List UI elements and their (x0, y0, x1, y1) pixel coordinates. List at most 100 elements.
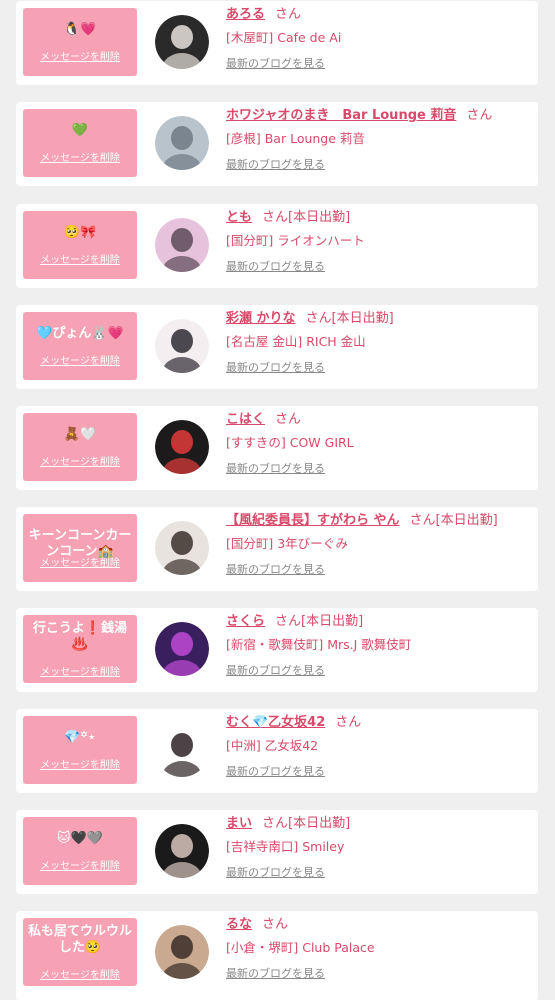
message-text: 行こうよ❗️銭湯♨️ (32, 621, 128, 652)
shop-location: [すすきの] COW GIRL (226, 435, 354, 450)
avatar[interactable] (155, 622, 209, 676)
latest-blog-link[interactable]: 最新のブログを見る (226, 259, 325, 275)
name-line: 【風紀委員長】すがわら やん さん[本日出勤] (226, 511, 534, 531)
message-box: 行こうよ❗️銭湯♨️ メッセージを削除 (23, 615, 137, 683)
delete-message-link[interactable]: メッセージを削除 (23, 352, 137, 367)
avatar-image (155, 521, 209, 575)
favorite-card: 💚 メッセージを削除 ホワジャオのまき Bar Lounge 莉音 さん [彦根] Ba… (16, 102, 538, 186)
message-text: 🩵ぴょん🐰💗 (36, 326, 124, 341)
favorite-card: キーンコーンカーンコーン🏫 メッセージを削除 【風紀委員長】すがわら やん さん[本日… (16, 507, 538, 591)
latest-blog-link[interactable]: 最新のブログを見る (226, 56, 325, 72)
name-line: 彩瀬 かりな さん[本日出勤] (226, 309, 534, 329)
favorite-card: 🐱🖤🩶 メッセージを削除 まい さん[本日出勤] [吉祥寺南口] Smiley 最新のブロ… (16, 810, 538, 894)
cast-name-link[interactable]: 【風紀委員長】すがわら やん (226, 513, 400, 528)
cast-info: むく💎乙女坂42 さん [中洲] 乙女坂42 最新のブログを見る (226, 713, 534, 780)
cast-name-link[interactable]: とも (226, 210, 252, 225)
cast-name-link[interactable]: まい (226, 816, 252, 831)
message-box: 🧸🤍 メッセージを削除 (23, 413, 137, 481)
honorific: さん (275, 614, 302, 629)
delete-message-link[interactable]: メッセージを削除 (23, 453, 137, 468)
avatar[interactable] (155, 824, 209, 878)
message-box: 🩵ぴょん🐰💗 メッセージを削除 (23, 312, 137, 380)
avatar-image (155, 925, 209, 979)
message-box: キーンコーンカーンコーン🏫 メッセージを削除 (23, 514, 137, 582)
latest-blog-link[interactable]: 最新のブログを見る (226, 966, 325, 982)
message-box: 💎꙳⋆ メッセージを削除 (23, 716, 137, 784)
favorite-list: 🐧💗 メッセージを削除 あろる さん [木屋町] Cafe de Ai 最新のブログを見る… (0, 0, 555, 1000)
avatar-image (155, 420, 209, 474)
latest-blog-link[interactable]: 最新のブログを見る (226, 764, 325, 780)
honorific: さん (262, 917, 289, 932)
avatar-image (155, 622, 209, 676)
name-line: こはく さん (226, 410, 534, 430)
delete-message-link[interactable]: メッセージを削除 (23, 857, 137, 872)
cast-info: 彩瀬 かりな さん[本日出勤] [名古屋 金山] RICH 金山 最新のブログを見る (226, 309, 534, 376)
delete-message-link[interactable]: メッセージを削除 (23, 149, 137, 164)
delete-message-link[interactable]: メッセージを削除 (23, 251, 137, 266)
cast-info: 【風紀委員長】すがわら やん さん[本日出勤] [国分町] 3年びーぐみ 最新のブログ… (226, 511, 534, 578)
avatar[interactable] (155, 420, 209, 474)
favorite-card: 🩵ぴょん🐰💗 メッセージを削除 彩瀬 かりな さん[本日出勤] [名古屋 金山] RIC… (16, 305, 538, 389)
avatar[interactable] (155, 218, 209, 272)
avatar[interactable] (155, 116, 209, 170)
name-line: とも さん[本日出勤] (226, 208, 534, 228)
delete-message-link[interactable]: メッセージを削除 (23, 756, 137, 771)
latest-blog-link[interactable]: 最新のブログを見る (226, 562, 325, 578)
favorite-card: 私も居てウルウルした🥺 メッセージを削除 るな さん [小倉・堺町] Club Pala… (16, 911, 538, 1000)
message-text: 私も居てウルウルした🥺 (27, 924, 132, 955)
favorite-card: 🥺🎀 メッセージを削除 とも さん[本日出勤] [国分町] ライオンハート 最新のブログを… (16, 204, 538, 288)
cast-name-link[interactable]: あろる (226, 7, 265, 22)
cast-name-link[interactable]: こはく (226, 412, 265, 427)
avatar[interactable] (155, 15, 209, 69)
cast-info: あろる さん [木屋町] Cafe de Ai 最新のブログを見る (226, 5, 534, 72)
delete-message-link[interactable]: メッセージを削除 (23, 966, 137, 981)
avatar[interactable] (155, 925, 209, 979)
avatar-image (155, 15, 209, 69)
message-text: 💎꙳⋆ (64, 730, 96, 745)
delete-message-link[interactable]: メッセージを削除 (23, 48, 137, 63)
honorific: さん (275, 412, 302, 427)
latest-blog-link[interactable]: 最新のブログを見る (226, 663, 325, 679)
avatar[interactable] (155, 319, 209, 373)
cast-name-link[interactable]: ホワジャオのまき Bar Lounge 莉音 (226, 108, 456, 123)
latest-blog-link[interactable]: 最新のブログを見る (226, 360, 325, 376)
cast-info: とも さん[本日出勤] [国分町] ライオンハート 最新のブログを見る (226, 208, 534, 275)
shop-location: [名古屋 金山] RICH 金山 (226, 334, 366, 349)
name-line: まい さん[本日出勤] (226, 814, 534, 834)
shop-location: [彦根] Bar Lounge 莉音 (226, 131, 365, 146)
latest-blog-link[interactable]: 最新のブログを見る (226, 461, 325, 477)
avatar-image (155, 319, 209, 373)
honorific: さん (262, 210, 289, 225)
avatar[interactable] (155, 521, 209, 575)
message-text: 🥺🎀 (63, 225, 97, 240)
message-box: 🐧💗 メッセージを削除 (23, 8, 137, 76)
shop-location: [中洲] 乙女坂42 (226, 738, 319, 753)
honorific: さん (262, 816, 289, 831)
delete-message-link[interactable]: メッセージを削除 (23, 663, 137, 678)
name-line: ホワジャオのまき Bar Lounge 莉音 さん (226, 106, 534, 126)
name-line: あろる さん (226, 5, 534, 25)
name-line: むく💎乙女坂42 さん (226, 713, 534, 733)
work-status-badge: [本日出勤] (301, 614, 364, 629)
latest-blog-link[interactable]: 最新のブログを見る (226, 865, 325, 881)
name-line: るな さん (226, 915, 534, 935)
work-status-badge: [本日出勤] (331, 311, 394, 326)
delete-message-link[interactable]: メッセージを削除 (23, 554, 137, 569)
avatar[interactable] (155, 723, 209, 777)
message-text: 🐧💗 (63, 22, 97, 37)
favorite-card: 行こうよ❗️銭湯♨️ メッセージを削除 さくら さん[本日出勤] [新宿・歌舞伎町] M… (16, 608, 538, 692)
shop-location: [吉祥寺南口] Smiley (226, 839, 345, 854)
honorific: さん (275, 7, 302, 22)
shop-location: [木屋町] Cafe de Ai (226, 30, 342, 45)
latest-blog-link[interactable]: 最新のブログを見る (226, 157, 325, 173)
cast-name-link[interactable]: むく💎乙女坂42 (226, 715, 325, 730)
message-text: 💚 (71, 123, 89, 138)
cast-name-link[interactable]: 彩瀬 かりな (226, 311, 296, 326)
message-text: 🧸🤍 (63, 427, 97, 442)
avatar-image (155, 116, 209, 170)
message-box: 🐱🖤🩶 メッセージを削除 (23, 817, 137, 885)
favorite-card: 🐧💗 メッセージを削除 あろる さん [木屋町] Cafe de Ai 最新のブログを見る (16, 1, 538, 85)
cast-name-link[interactable]: さくら (226, 614, 265, 629)
honorific: さん (466, 108, 493, 123)
cast-name-link[interactable]: るな (226, 917, 252, 932)
